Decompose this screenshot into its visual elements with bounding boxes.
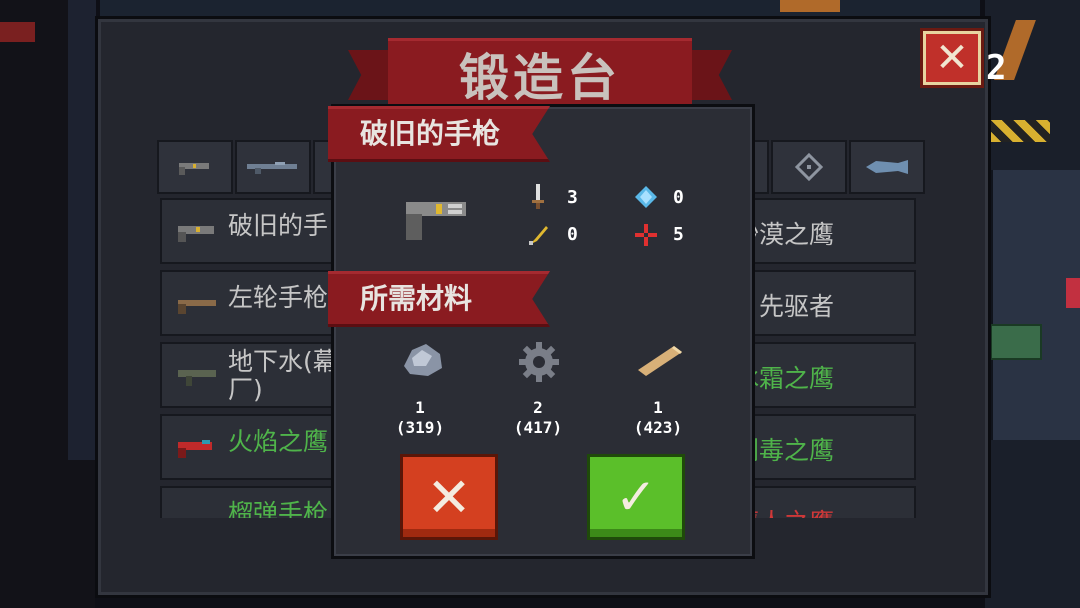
damage-icon (532, 184, 544, 209)
materials-banner: 所需材料 (328, 271, 550, 327)
crosshair-icon (794, 152, 824, 182)
tab-special[interactable] (771, 140, 847, 194)
energy-icon (635, 186, 657, 208)
smg-icon (178, 370, 216, 386)
weapon-name-banner: 破旧的手枪 (328, 106, 550, 162)
flame-pistol-icon (178, 440, 212, 458)
crit-value: 0 (567, 224, 578, 245)
background-left-pillar (68, 0, 96, 460)
tab-fish-gun[interactable] (849, 140, 925, 194)
hud-counter: 2 (986, 48, 1007, 88)
background-chest (990, 324, 1042, 360)
material-gear-count: 2 (417) (513, 398, 563, 437)
accuracy-value: 5 (673, 224, 684, 245)
wood-icon (638, 346, 682, 376)
forge-popup (331, 104, 755, 559)
background-red-object (0, 22, 35, 42)
cancel-forge-button[interactable]: ✕ (400, 454, 498, 540)
tab-pistol[interactable] (157, 140, 233, 194)
energy-value: 0 (673, 187, 684, 208)
rifle-icon (247, 162, 297, 174)
tab-rifle[interactable] (235, 140, 311, 194)
checkmark-icon: ✓ (615, 468, 657, 526)
grenade-pistol-icon (172, 508, 218, 518)
pistol-icon (178, 226, 214, 242)
forge-title: 锻造台 (388, 38, 692, 110)
material-ore-count: 1 (319) (395, 398, 445, 437)
close-icon: ✕ (426, 465, 472, 529)
accuracy-icon (635, 224, 657, 246)
background-hazard-stripe (990, 120, 1050, 142)
revolver-icon (178, 300, 216, 314)
weapon-name-left: 火焰之鹰 (228, 427, 329, 456)
damage-value: 3 (567, 187, 578, 208)
close-forge-button[interactable]: ✕ (920, 28, 984, 88)
crit-icon (529, 226, 548, 245)
weapon-name-left: 榴弹手枪 (228, 499, 329, 519)
ore-icon (404, 344, 442, 376)
background-pipe (780, 0, 840, 12)
gear-icon (519, 342, 559, 382)
weapon-name-right: 先驱者 (758, 292, 834, 321)
background-red-panel (1066, 278, 1080, 308)
weapon-name-left: 地下水(幕 厂) (228, 347, 338, 404)
fish-gun-icon (866, 160, 908, 174)
weapon-name-left: 破旧的手 (228, 211, 329, 240)
weapon-name-left: 左轮手枪 (228, 283, 329, 312)
weapon-preview-icon (406, 202, 466, 240)
pistol-icon (179, 163, 209, 175)
material-wood-count: 1 (423) (633, 398, 683, 437)
confirm-forge-button[interactable]: ✓ (587, 454, 685, 540)
close-icon: ✕ (935, 35, 969, 81)
